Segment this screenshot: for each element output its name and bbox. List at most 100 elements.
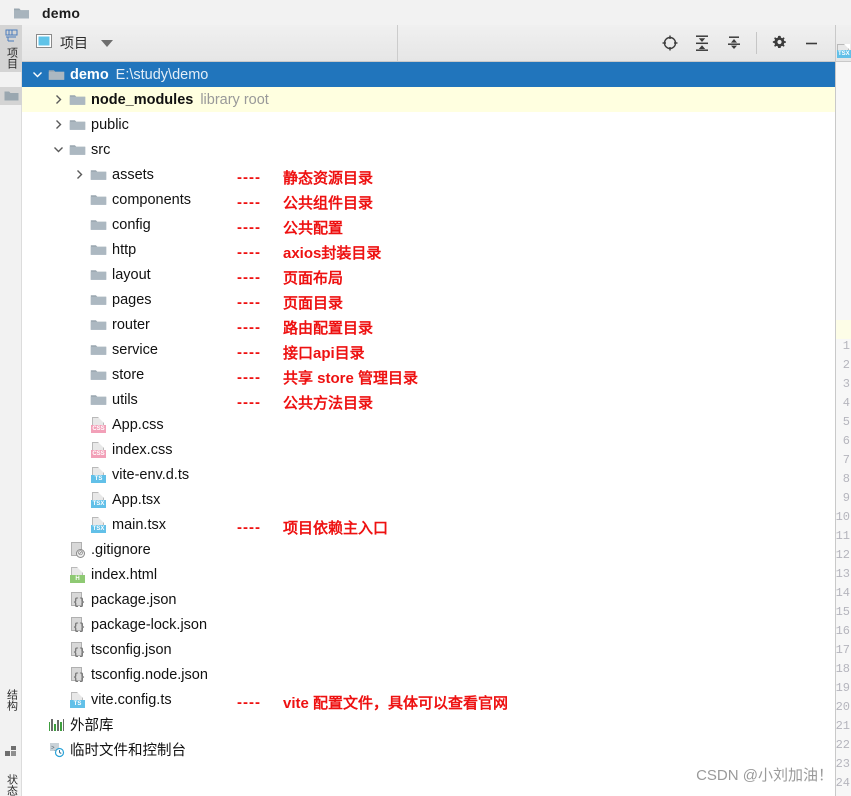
folder-icon	[90, 391, 107, 408]
window-titlebar: demo	[0, 0, 851, 25]
tree-row-label: App.tsx	[112, 492, 160, 508]
tree-row[interactable]: store	[22, 362, 835, 387]
tree-row[interactable]: router	[22, 312, 835, 337]
editor-line-number: 1	[843, 340, 850, 352]
ts-file-icon: TS	[69, 691, 86, 708]
sidebar-item-status-label: 状态	[6, 774, 17, 796]
json-file-icon: {}	[69, 641, 86, 658]
chevron-down-icon[interactable]	[30, 68, 44, 82]
tree-arrow-placeholder	[72, 193, 86, 207]
editor-line-number: 18	[836, 663, 850, 675]
tree-row[interactable]: >_临时文件和控制台	[22, 737, 835, 762]
collapse-all-icon[interactable]	[718, 26, 750, 60]
left-tool-strip: 项目 结构 状态	[0, 25, 22, 796]
editor-line-number: 21	[836, 720, 850, 732]
project-toolbar	[654, 25, 835, 61]
tree-row-label: http	[112, 242, 136, 258]
gitignore-file-icon: ⊘	[69, 541, 86, 558]
tree-row-hint: E:\study\demo	[116, 67, 209, 83]
tree-arrow-placeholder	[72, 393, 86, 407]
tree-row-label: 外部库	[70, 714, 114, 735]
project-view-title: 项目	[60, 33, 88, 53]
tree-row[interactable]: layout	[22, 262, 835, 287]
tree-arrow-placeholder	[72, 493, 86, 507]
tree-row-label: vite.config.ts	[91, 692, 172, 708]
editor-line-number: 8	[843, 473, 850, 485]
project-tree[interactable]: demoE:\study\demonode_moduleslibrary roo…	[22, 62, 835, 796]
editor-line-number: 12	[836, 549, 850, 561]
tree-row[interactable]: pages	[22, 287, 835, 312]
tree-row[interactable]: http	[22, 237, 835, 262]
chevron-right-icon[interactable]	[51, 118, 65, 132]
chevron-down-icon[interactable]	[51, 143, 65, 157]
tree-arrow-placeholder	[51, 568, 65, 582]
editor-line-number: 24	[836, 777, 850, 789]
editor-line-number: 13	[836, 568, 850, 580]
tree-row-label: .gitignore	[91, 542, 151, 558]
editor-tabbar[interactable]: TSX	[836, 25, 851, 62]
tree-arrow-placeholder	[72, 343, 86, 357]
tree-row-label: config	[112, 217, 151, 233]
tree-row-label: service	[112, 342, 158, 358]
expand-all-icon[interactable]	[686, 26, 718, 60]
tree-row[interactable]: assets	[22, 162, 835, 187]
tree-arrow-placeholder	[72, 418, 86, 432]
folder-icon	[90, 316, 107, 333]
tree-row[interactable]: demoE:\study\demo	[22, 62, 835, 87]
tree-row[interactable]: TS vite.config.ts	[22, 687, 835, 712]
tree-row[interactable]: Hindex.html	[22, 562, 835, 587]
json-file-icon: {}	[69, 616, 86, 633]
sidebar-item-folder[interactable]	[0, 87, 22, 105]
tree-row[interactable]: TSvite-env.d.ts	[22, 462, 835, 487]
editor-line-number: 7	[843, 454, 850, 466]
tree-row[interactable]: components	[22, 187, 835, 212]
tree-row[interactable]: public	[22, 112, 835, 137]
tree-arrow-placeholder	[72, 368, 86, 382]
editor-line-number: 16	[836, 625, 850, 637]
tree-row-label: 临时文件和控制台	[70, 739, 186, 760]
tree-arrow-placeholder	[72, 218, 86, 232]
tree-row-label: node_modules	[91, 92, 193, 108]
tree-row-label: utils	[112, 392, 138, 408]
tree-row[interactable]: CSSindex.css	[22, 437, 835, 462]
sidebar-item-modules[interactable]	[0, 740, 22, 765]
gear-icon[interactable]	[763, 26, 795, 60]
tree-row-label: main.tsx	[112, 517, 166, 533]
tree-arrow-placeholder	[72, 318, 86, 332]
chevron-right-icon[interactable]	[51, 93, 65, 107]
tree-row[interactable]: {}package.json	[22, 587, 835, 612]
sidebar-item-status[interactable]: 状态	[0, 770, 22, 796]
tree-row-label: components	[112, 192, 191, 208]
tree-row[interactable]: src	[22, 137, 835, 162]
tree-row-label: tsconfig.node.json	[91, 667, 208, 683]
sidebar-item-project[interactable]: 项目	[0, 25, 22, 72]
tree-arrow-placeholder	[51, 618, 65, 632]
tree-row-label: package-lock.json	[91, 617, 207, 633]
tree-row[interactable]: ⊘ .gitignore	[22, 537, 835, 562]
editor-line-number: 17	[836, 644, 850, 656]
minimize-icon[interactable]	[795, 26, 827, 60]
tree-arrow-placeholder	[72, 518, 86, 532]
tree-row[interactable]: TSXmain.tsx	[22, 512, 835, 537]
tree-row[interactable]: utils	[22, 387, 835, 412]
sidebar-item-structure[interactable]: 结构	[0, 685, 22, 714]
tree-row[interactable]: config	[22, 212, 835, 237]
folder-icon	[4, 89, 19, 107]
chevron-down-icon[interactable]	[101, 40, 113, 47]
locate-file-icon[interactable]	[654, 26, 686, 60]
tree-row[interactable]: {}tsconfig.node.json	[22, 662, 835, 687]
tree-row[interactable]: {}tsconfig.json	[22, 637, 835, 662]
chevron-right-icon[interactable]	[72, 168, 86, 182]
project-view-selector[interactable]: 项目	[22, 25, 398, 61]
tree-row[interactable]: 外部库	[22, 712, 835, 737]
tree-arrow-placeholder	[72, 268, 86, 282]
tree-row[interactable]: service	[22, 337, 835, 362]
window-title: demo	[42, 5, 80, 21]
tree-row[interactable]: node_moduleslibrary root	[22, 87, 835, 112]
folder-icon	[69, 141, 86, 158]
tree-row[interactable]: {} package-lock.json	[22, 612, 835, 637]
tree-arrow-placeholder	[51, 593, 65, 607]
tree-row[interactable]: TSXApp.tsx	[22, 487, 835, 512]
tree-arrow-placeholder	[51, 543, 65, 557]
tree-row[interactable]: CSSApp.css	[22, 412, 835, 437]
